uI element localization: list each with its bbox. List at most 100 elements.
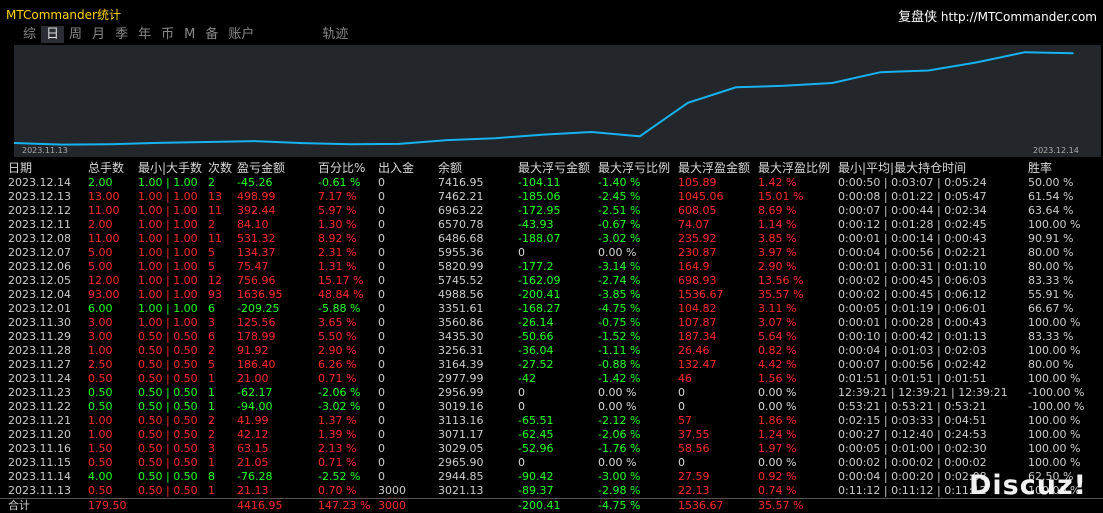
table-row-5[interactable]: 2023.12.07 5.00 1.00 | 1.00 5 134.37 2.31 % 0 5… (0, 246, 1103, 260)
table-row-20-col-5: 0.71 % (318, 456, 357, 469)
table-row-12-col-0: 2023.11.28 (8, 344, 71, 357)
table-row-6-col-3: 5 (208, 260, 215, 273)
tab-6[interactable]: 币 (156, 26, 179, 43)
table-row-4-col-2: 1.00 | 1.00 (138, 232, 198, 245)
table-row-12-col-9: -1.11 % (598, 344, 641, 357)
table-row-5-col-7: 5955.36 (438, 246, 484, 259)
table-row-16-col-0: 2023.11.22 (8, 400, 71, 413)
table-row-14-col-2: 0.50 | 0.50 (138, 372, 198, 385)
table-header[interactable]: 日期 总手数 最小|大手数 次数 盈亏金额 百分比% 出入金 余额 最大浮亏金额 最大浮亏比例 最大… (0, 160, 1103, 176)
table-row-0[interactable]: 2023.12.14 2.00 1.00 | 1.00 2 -45.26 -0.61 % 0… (0, 176, 1103, 190)
table-row-13-col-5: 6.26 % (318, 358, 357, 371)
table-row-1[interactable]: 2023.12.13 13.00 1.00 | 1.00 13 498.99 7.17 %… (0, 190, 1103, 204)
table-row-15-col-9: 0.00 % (598, 386, 637, 399)
table-row-9-col-1: 6.00 (88, 302, 113, 315)
table-row-11-col-5: 5.50 % (318, 330, 357, 343)
table-row-6-col-4: 75.47 (237, 260, 269, 273)
table-row-15-col-4: -62.17 (237, 386, 273, 399)
table-row-22[interactable]: 2023.11.13 0.50 0.50 | 0.50 1 21.13 0.70 % 300… (0, 484, 1103, 498)
tab-2[interactable]: 周 (64, 26, 87, 43)
table-row-7[interactable]: 2023.12.05 12.00 1.00 | 1.00 12 756.96 15.17 … (0, 274, 1103, 288)
table-row-14-col-11: 1.56 % (758, 372, 797, 385)
table-row-12[interactable]: 2023.11.28 1.00 0.50 | 0.50 2 91.92 2.90 % 0 32… (0, 344, 1103, 358)
table-row-15-col-3: 1 (208, 386, 215, 399)
brand-url[interactable]: http://MTCommander.com (941, 10, 1097, 24)
table-row-10[interactable]: 2023.11.30 3.00 1.00 | 1.00 3 125.56 3.65 % 0 3… (0, 316, 1103, 330)
table-row-18-col-1: 1.00 (88, 428, 113, 441)
balance-point-13 (639, 135, 641, 138)
table-row-22-col-10: 22.13 (678, 484, 710, 497)
table-row-4-col-5: 8.92 % (318, 232, 357, 245)
table-row-13-col-13: 80.00 % (1028, 358, 1074, 371)
table-row-3[interactable]: 2023.12.11 2.00 1.00 | 1.00 2 84.10 1.30 % 0 65… (0, 218, 1103, 232)
table-row-18[interactable]: 2023.11.20 1.00 0.50 | 0.50 2 42.12 1.39 % 0 30… (0, 428, 1103, 442)
tab-0[interactable]: 综 (18, 26, 41, 43)
table-row-7-col-4: 756.96 (237, 274, 276, 287)
table-row-16[interactable]: 2023.11.22 0.50 0.50 | 0.50 1 -94.00 -3.02 % 0… (0, 400, 1103, 414)
table-row-20[interactable]: 2023.11.15 0.50 0.50 | 0.50 1 21.05 0.71 % 0 29… (0, 456, 1103, 470)
table-row-6[interactable]: 2023.12.06 5.00 1.00 | 1.00 5 75.47 1.31 % 0 58… (0, 260, 1103, 274)
table-row-0-col-10: 105.89 (678, 176, 717, 189)
tab-4[interactable]: 季 (110, 26, 133, 43)
table-row-13-col-12: 0:00:07 | 0:00:56 | 0:02:42 (838, 358, 987, 371)
balance-point-11 (542, 133, 545, 136)
table-row-20-col-11: 0.00 % (758, 456, 797, 469)
table-row-5-col-4: 134.37 (237, 246, 276, 259)
table-row-0-col-3: 2 (208, 176, 215, 189)
table-row-6-col-5: 1.31 % (318, 260, 357, 273)
table-row-1-col-4: 498.99 (237, 190, 276, 203)
table-row-12-col-12: 0:00:04 | 0:01:03 | 0:02:03 (838, 344, 987, 357)
table-row-8-col-7: 4988.56 (438, 288, 484, 301)
table-row-2[interactable]: 2023.12.12 11.00 1.00 | 1.00 11 392.44 5.97 %… (0, 204, 1103, 218)
table-row-3-col-2: 1.00 | 1.00 (138, 218, 198, 231)
table-row-9[interactable]: 2023.12.01 6.00 1.00 | 1.00 6 -209.25 -5.88 %… (0, 302, 1103, 316)
table-row-2-col-6: 0 (378, 204, 385, 217)
table-row-5-col-9: 0.00 % (598, 246, 637, 259)
table-row-10-col-9: -0.75 % (598, 316, 641, 329)
table-row-21[interactable]: 2023.11.14 4.00 0.50 | 0.50 8 -76.28 -2.52 % 0… (0, 470, 1103, 484)
table-row-1-col-12: 0:00:08 | 0:01:22 | 0:05:47 (838, 190, 987, 203)
balance-point-4 (205, 141, 208, 143)
table-row-10-col-11: 3.07 % (758, 316, 797, 329)
table-row-15-col-1: 0.50 (88, 386, 113, 399)
table-row-9-col-7: 3351.61 (438, 302, 484, 315)
table-row-9-col-8: -168.27 (518, 302, 561, 315)
table-row-13[interactable]: 2023.11.27 2.50 0.50 | 0.50 5 186.40 6.26 % 0 3… (0, 358, 1103, 372)
table-row-20-col-13: 100.00 % (1028, 456, 1081, 469)
table-row-14[interactable]: 2023.11.24 0.50 0.50 | 0.50 1 21.00 0.71 % 0 29… (0, 372, 1103, 386)
table-row-10-col-8: -26.14 (518, 316, 554, 329)
table-row-1-col-10: 1045.06 (678, 190, 724, 203)
table-row-18-col-4: 42.12 (237, 428, 269, 441)
table-row-8[interactable]: 2023.12.04 93.00 1.00 | 1.00 93 1636.95 48.84… (0, 288, 1103, 302)
table-row-18-col-5: 1.39 % (318, 428, 357, 441)
table-row-4-col-4: 531.32 (237, 232, 276, 245)
table-row-15-col-0: 2023.11.23 (8, 386, 71, 399)
tab-1[interactable]: 日 (41, 26, 65, 43)
table-header-col-8: 最大浮亏金额 (518, 161, 591, 175)
table-header-col-9: 最大浮亏比例 (598, 161, 671, 175)
table-row-11[interactable]: 2023.11.29 3.00 0.50 | 0.50 6 178.99 5.50 % 0 3… (0, 330, 1103, 344)
table-row-12-col-10: 26.46 (678, 344, 710, 357)
tab-5[interactable]: 年 (133, 26, 156, 43)
table-row-15[interactable]: 2023.11.23 0.50 0.50 | 0.50 1 -62.17 -2.06 % 0… (0, 386, 1103, 400)
table-row-1-col-11: 15.01 % (758, 190, 804, 203)
tab-10[interactable]: 轨迹 (317, 26, 353, 43)
table-row-19[interactable]: 2023.11.16 1.50 0.50 | 0.50 3 63.15 2.13 % 0 30… (0, 442, 1103, 456)
table-row-16-col-10: 0 (678, 400, 685, 413)
table-row-9-col-6: 0 (378, 302, 385, 315)
table-row-7-col-1: 12.00 (88, 274, 120, 287)
table-row-4[interactable]: 2023.12.08 11.00 1.00 | 1.00 11 531.32 8.92 %… (0, 232, 1103, 246)
table-row-8-col-11: 35.57 % (758, 288, 804, 301)
tab-9[interactable]: 账户 (223, 26, 259, 43)
table-row-20-col-1: 0.50 (88, 456, 113, 469)
tab-3[interactable]: 月 (87, 26, 110, 43)
table-row-11-col-8: -50.66 (518, 330, 554, 343)
table-row-10-col-1: 3.00 (88, 316, 113, 329)
tab-7[interactable]: M (179, 26, 200, 43)
table-row-5-col-11: 3.97 % (758, 246, 797, 259)
table-row-22-col-9: -2.98 % (598, 484, 641, 497)
tab-8[interactable]: 备 (200, 26, 223, 43)
table-row-17[interactable]: 2023.11.21 1.00 0.50 | 0.50 2 41.99 1.37 % 0 31… (0, 414, 1103, 428)
table-row-22-col-1: 0.50 (88, 484, 113, 497)
table-row-16-col-6: 0 (378, 400, 385, 413)
